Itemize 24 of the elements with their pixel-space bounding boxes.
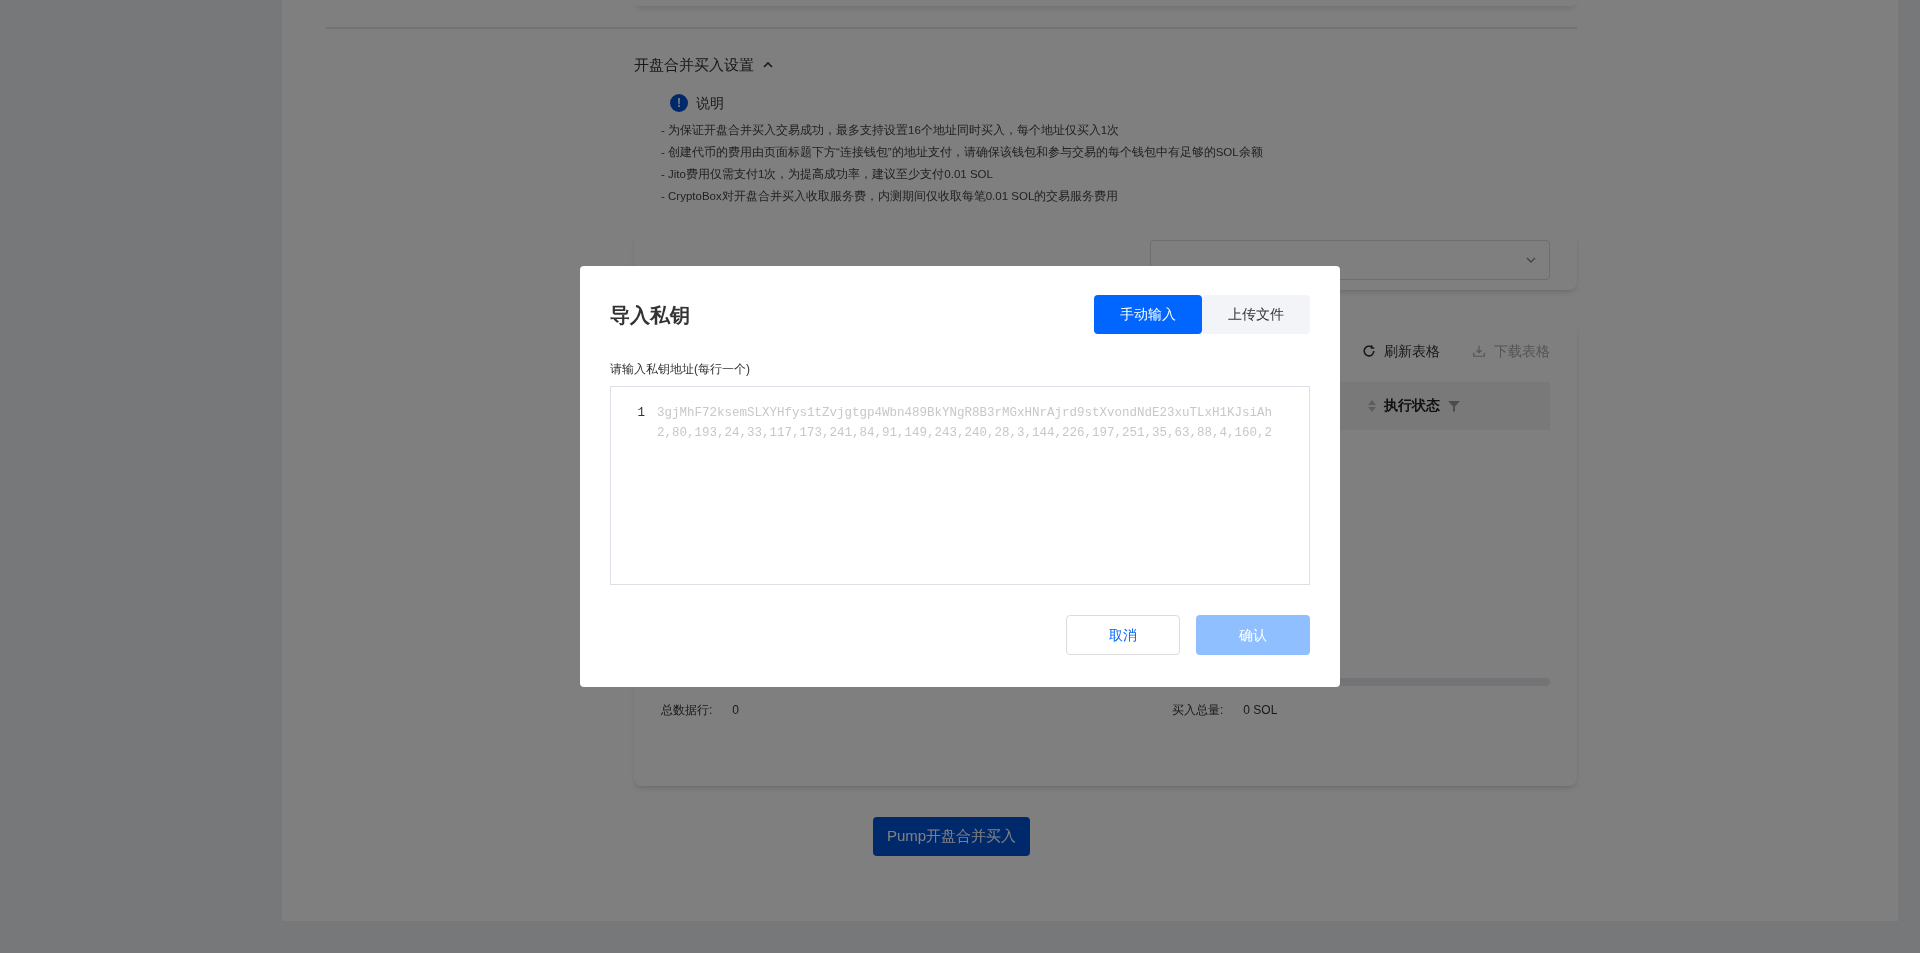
summary-label: 买入总量: [1172, 701, 1224, 719]
info-icon: ! [670, 94, 688, 112]
notice-text: - Jito费用仅需支付1次，为提高成功率，建议至少支付0.01 SOL [661, 166, 994, 182]
cancel-button[interactable]: 取消 [1066, 615, 1180, 655]
notice-text: - CryptoBox对开盘合并买入收取服务费，内测期间仅收取每笔0.01 SOL的交易服务费用 [661, 188, 1120, 204]
line-number: 1 [636, 405, 646, 422]
summary-value: 0 SOL [1243, 701, 1278, 719]
sort-icon[interactable] [1368, 399, 1376, 412]
field-label: 请输入私钥地址(每行一个) [610, 361, 751, 378]
notice-title: 说明 [696, 93, 724, 113]
summary-value: 0 [732, 701, 740, 719]
refresh-table-button[interactable]: 刷新表格 [1362, 340, 1440, 362]
refresh-icon [1362, 344, 1376, 358]
column-header: 执行状态 [1384, 396, 1440, 415]
summary-label: 总数据行: [661, 701, 713, 719]
mode-tab[interactable]: 手动输入 [1094, 295, 1202, 334]
mode-tab[interactable]: 上传文件 [1202, 295, 1310, 334]
notice-text: - 创建代币的费用由页面标题下方“连接钱包”的地址支付，请确保该钱包和参与交易的每个钱包中有足够的SOL余额 [661, 144, 1264, 160]
dialog-title: 导入私钥 [610, 302, 690, 328]
submit-button[interactable]: Pump开盘合并买入 [873, 816, 1030, 856]
filter-icon[interactable] [1448, 399, 1460, 412]
download-icon [1472, 344, 1486, 358]
notice-text: - 为保证开盘合并买入交易成功，最多支持设置16个地址同时买入，每个地址仅买入1次 [661, 122, 1121, 138]
section-toggle[interactable]: 开盘合并买入设置 [634, 54, 774, 77]
